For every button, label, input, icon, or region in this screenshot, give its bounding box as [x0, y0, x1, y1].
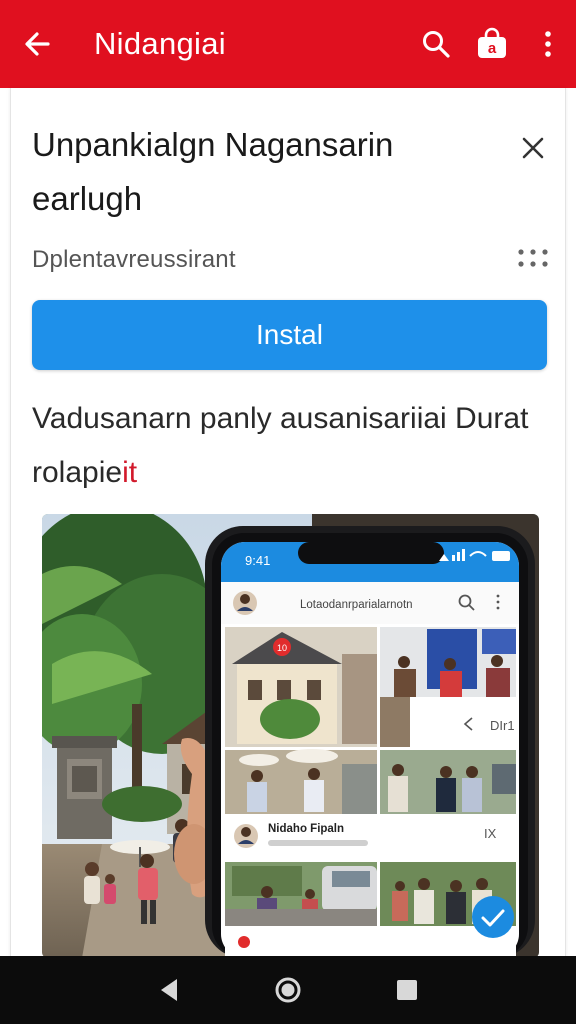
phone-post-action: IX — [484, 826, 497, 841]
app-bar: Nidangiai a — [0, 0, 576, 88]
phone-app-title: Lotaodanrparialarnotn — [300, 599, 413, 611]
close-icon — [522, 137, 544, 159]
phone-time: 9:41 — [245, 553, 270, 568]
description-accent: it — [122, 456, 138, 489]
description-text: Vadusanarn panly ausanisariiai Durat rol… — [32, 402, 529, 489]
home-circle-icon — [275, 977, 301, 1003]
phone-side-label: DIr1 — [490, 718, 515, 733]
back-triangle-icon — [161, 979, 178, 1001]
app-detail-card: Unpankialgn Nagansarin earlugh Dplentavr… — [10, 88, 566, 958]
shopping-bag-icon: a — [478, 27, 506, 58]
app-description: Vadusanarn panly ausanisariiai Durat rol… — [32, 392, 552, 500]
back-button[interactable] — [0, 0, 74, 88]
grid-dots-icon[interactable] — [516, 246, 552, 270]
search-button[interactable] — [408, 0, 464, 88]
nav-home-button[interactable] — [268, 970, 308, 1010]
bag-letter: a — [488, 40, 497, 57]
install-button[interactable]: Instal — [32, 300, 547, 370]
arrow-back-icon — [25, 32, 50, 56]
developer-name[interactable]: Dplentavreussirant — [32, 246, 236, 274]
close-button[interactable] — [513, 128, 553, 168]
phone-post-user: Nidaho Fipaln — [268, 823, 344, 835]
phone-red-badge: 10 — [277, 643, 287, 653]
more-options-button[interactable] — [520, 0, 576, 88]
search-icon — [423, 31, 450, 58]
system-nav-bar — [0, 956, 576, 1024]
hero-illustration: 9:41 Lotaodanrparialarnotn 10 DIr1 Nidah… — [42, 514, 539, 958]
app-bar-title: Nidangiai — [94, 26, 226, 61]
shopping-bag-button[interactable]: a — [464, 0, 520, 88]
nav-recents-button[interactable] — [387, 970, 427, 1010]
nav-back-button[interactable] — [149, 970, 189, 1010]
app-headline: Unpankialgn Nagansarin earlugh — [32, 126, 394, 217]
more-vert-icon — [545, 31, 551, 57]
screenshot-preview[interactable]: 9:41 Lotaodanrparialarnotn 10 DIr1 Nidah… — [42, 514, 539, 958]
recents-square-icon — [396, 980, 417, 1000]
